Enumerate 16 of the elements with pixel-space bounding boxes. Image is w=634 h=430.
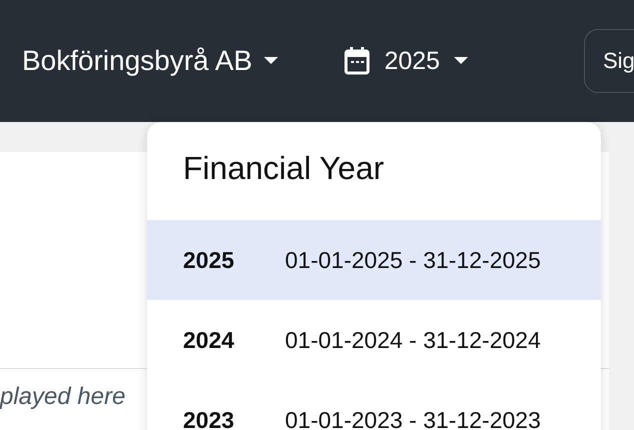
year-option[interactable]: 2025 01-01-2025 - 31-12-2025 [147, 220, 601, 300]
dropdown-title: Financial Year [182, 149, 386, 188]
date-range: 01-01-2024 - 31-12-2024 [285, 326, 541, 354]
date-range: 01-01-2025 - 31-12-2025 [285, 246, 541, 274]
year-selector[interactable]: 2025 [344, 46, 468, 76]
year-option[interactable]: 2023 01-01-2023 - 31-12-2023 [147, 380, 601, 430]
date-range: 01-01-2023 - 31-12-2023 [285, 406, 541, 430]
calendar-icon [344, 47, 370, 75]
sign-button[interactable]: Sig [584, 29, 634, 93]
year-label: 2025 [183, 246, 236, 274]
year-label: 2024 [183, 326, 236, 354]
company-menu[interactable]: Bokföringsbyrå AB [22, 45, 278, 77]
caret-icon [264, 57, 278, 65]
year-option[interactable]: 2024 01-01-2024 - 31-12-2024 [147, 300, 601, 380]
caret-icon [454, 57, 468, 65]
year-label: 2023 [183, 406, 236, 430]
